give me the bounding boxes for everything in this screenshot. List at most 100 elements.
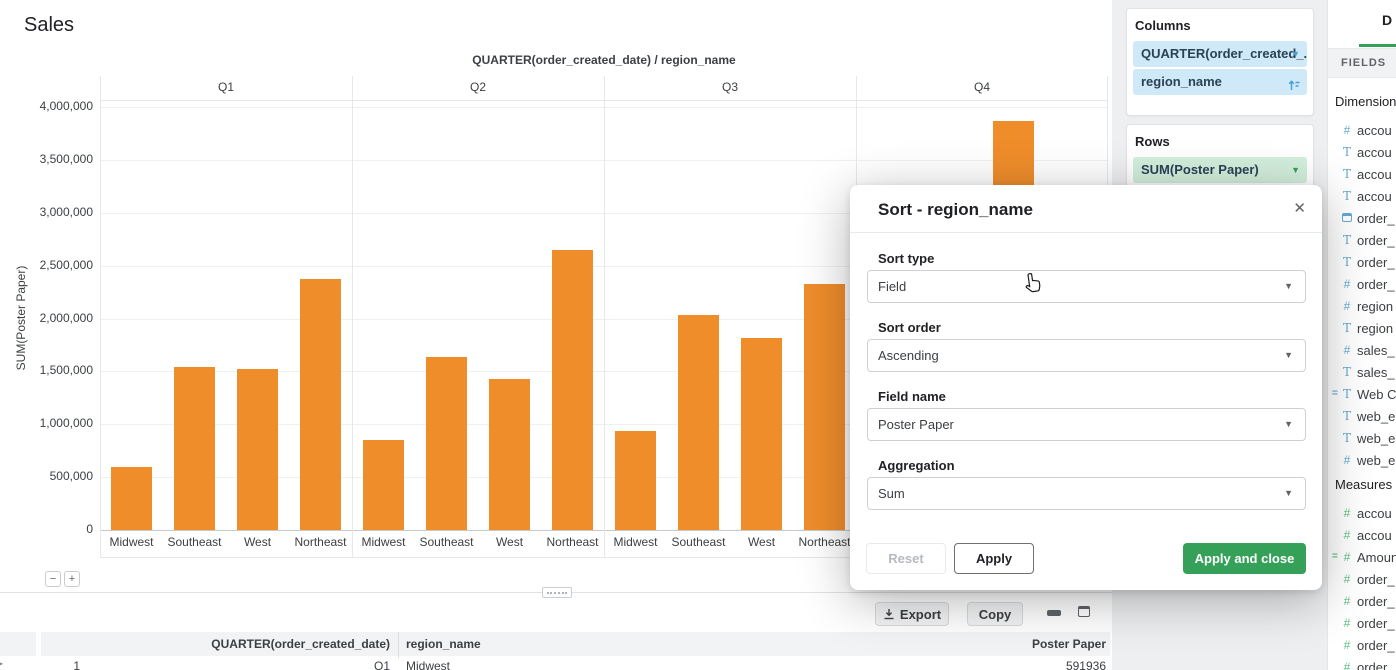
bar-Q2-West[interactable] — [489, 379, 530, 530]
sort-ascending-icon[interactable] — [1287, 75, 1301, 95]
bar-Q2-Northeast[interactable] — [552, 250, 593, 530]
text-field-icon: T — [1341, 255, 1353, 269]
number-field-icon: # — [1341, 594, 1353, 608]
bar-Q3-Northeast[interactable] — [804, 284, 845, 530]
download-icon — [883, 608, 895, 620]
number-field-icon: # — [1341, 123, 1353, 137]
panel-divider — [352, 76, 353, 558]
field-label: accou — [1357, 167, 1392, 182]
bar-Q1-Northeast[interactable] — [300, 279, 341, 530]
sort-type-select[interactable]: Field ▼ — [867, 270, 1306, 303]
field-item-order_[interactable]: #order_ — [1328, 635, 1396, 657]
field-item-amoun[interactable]: =#Amoun — [1328, 547, 1396, 569]
number-field-icon: # — [1341, 453, 1353, 467]
field-item-accou[interactable]: Taccou — [1328, 186, 1396, 208]
table-row[interactable]: ▸ 1 Q1 Midwest 591936 — [0, 658, 1110, 670]
number-field-icon: # — [1341, 299, 1353, 313]
field-item-order_[interactable]: #order_ — [1328, 613, 1396, 635]
pill-quarter-order-created-date[interactable]: QUARTER(order_created_... ▼ — [1133, 41, 1307, 67]
field-item-sales_[interactable]: Tsales_ — [1328, 362, 1396, 384]
chevron-down-icon[interactable]: ▼ — [1291, 157, 1300, 183]
field-item-accou[interactable]: #accou — [1328, 120, 1396, 142]
copy-button[interactable]: Copy — [967, 602, 1023, 626]
zoom-in-button[interactable]: + — [64, 571, 80, 587]
bar-Q1-Midwest[interactable] — [111, 467, 152, 530]
y-tick-label: 0 — [13, 522, 93, 536]
field-item-order_[interactable]: Torder_ — [1328, 230, 1396, 252]
bar-Q3-West[interactable] — [741, 338, 782, 530]
table-header-value[interactable]: Poster Paper — [800, 637, 1106, 651]
bar-Q2-Midwest[interactable] — [363, 440, 404, 530]
y-tick-label: 3,000,000 — [13, 205, 93, 219]
cell-value[interactable]: 591936 — [800, 659, 1106, 670]
bar-Q1-West[interactable] — [237, 369, 278, 530]
field-label: order_ — [1357, 255, 1395, 270]
field-item-order_[interactable]: #order_ — [1328, 274, 1396, 296]
field-item-accou[interactable]: #accou — [1328, 525, 1396, 547]
row-expander-icon[interactable]: ▸ — [0, 659, 3, 668]
minimize-panel-icon[interactable] — [1047, 610, 1061, 616]
close-icon[interactable]: ✕ — [1293, 199, 1306, 217]
aggregation-label: Aggregation — [878, 458, 955, 473]
region-label: Southeast — [163, 535, 226, 549]
bar-Q3-Southeast[interactable] — [678, 315, 719, 530]
apply-button[interactable]: Apply — [954, 543, 1034, 574]
field-item-web_e[interactable]: Tweb_e — [1328, 428, 1396, 450]
field-item-web_e[interactable]: Tweb_e — [1328, 406, 1396, 428]
field-item-sales_[interactable]: #sales_ — [1328, 340, 1396, 362]
field-label: order_ — [1357, 638, 1395, 653]
reset-button[interactable]: Reset — [866, 543, 946, 574]
field-label: web_e — [1357, 431, 1395, 446]
field-item-accou[interactable]: Taccou — [1328, 142, 1396, 164]
export-button[interactable]: Export — [875, 602, 949, 626]
field-item-order_[interactable]: order_ — [1328, 208, 1396, 230]
cell-quarter[interactable]: Q1 — [60, 659, 390, 670]
field-item-region[interactable]: #region — [1328, 296, 1396, 318]
field-item-order_[interactable]: Torder_ — [1328, 252, 1396, 274]
page-title: Sales — [24, 14, 74, 37]
field-name-select[interactable]: Poster Paper ▼ — [867, 408, 1306, 441]
field-item-accou[interactable]: Taccou — [1328, 164, 1396, 186]
field-name-value: Poster Paper — [878, 417, 954, 432]
sort-order-select[interactable]: Ascending ▼ — [867, 339, 1306, 372]
field-label: accou — [1357, 506, 1392, 521]
field-item-order_[interactable]: #order_ — [1328, 591, 1396, 613]
sort-type-label: Sort type — [878, 251, 934, 266]
region-label: Midwest — [604, 535, 667, 549]
table-header-quarter[interactable]: QUARTER(order_created_date) — [60, 637, 390, 651]
field-item-order_[interactable]: #order_ — [1328, 569, 1396, 591]
field-item-region[interactable]: Tregion — [1328, 318, 1396, 340]
table-header-row: QUARTER(order_created_date) region_name … — [41, 632, 1110, 656]
tab-data[interactable]: D — [1382, 12, 1392, 28]
pill-region-name[interactable]: region_name — [1133, 69, 1307, 95]
pill-sum-poster-paper[interactable]: SUM(Poster Paper) ▼ — [1133, 157, 1307, 183]
text-field-icon: T — [1341, 431, 1353, 445]
field-item-web-c[interactable]: =TWeb C — [1328, 384, 1396, 406]
active-tab-underline — [1359, 44, 1396, 47]
chevron-down-icon[interactable]: ▼ — [1291, 41, 1300, 67]
bar-Q1-Southeast[interactable] — [174, 367, 215, 530]
maximize-panel-icon[interactable] — [1078, 606, 1090, 617]
zoom-out-button[interactable]: − — [45, 571, 61, 587]
sort-order-label: Sort order — [878, 320, 941, 335]
sort-type-value: Field — [878, 279, 906, 294]
aggregation-value: Sum — [878, 486, 905, 501]
chevron-down-icon: ▼ — [1284, 271, 1293, 302]
bar-Q3-Midwest[interactable] — [615, 431, 656, 530]
field-item-web_e[interactable]: #web_e — [1328, 450, 1396, 472]
panel-resize-handle[interactable] — [542, 587, 572, 598]
field-label: order_ — [1357, 211, 1395, 226]
aggregation-select[interactable]: Sum ▼ — [867, 477, 1306, 510]
text-field-icon: T — [1341, 321, 1353, 335]
field-item-order_[interactable]: #order_ — [1328, 657, 1396, 670]
region-label: Northeast — [793, 535, 856, 549]
number-field-icon: # — [1341, 616, 1353, 630]
apply-and-close-button[interactable]: Apply and close — [1183, 543, 1306, 574]
table-header-region[interactable]: region_name — [406, 637, 481, 651]
cell-region[interactable]: Midwest — [406, 659, 450, 670]
region-label: West — [478, 535, 541, 549]
quarter-label: Q2 — [352, 80, 604, 94]
bar-Q2-Southeast[interactable] — [426, 357, 467, 530]
field-item-accou[interactable]: #accou — [1328, 503, 1396, 525]
sort-dialog: Sort - region_name ✕ Sort type Field ▼ S… — [850, 185, 1322, 590]
